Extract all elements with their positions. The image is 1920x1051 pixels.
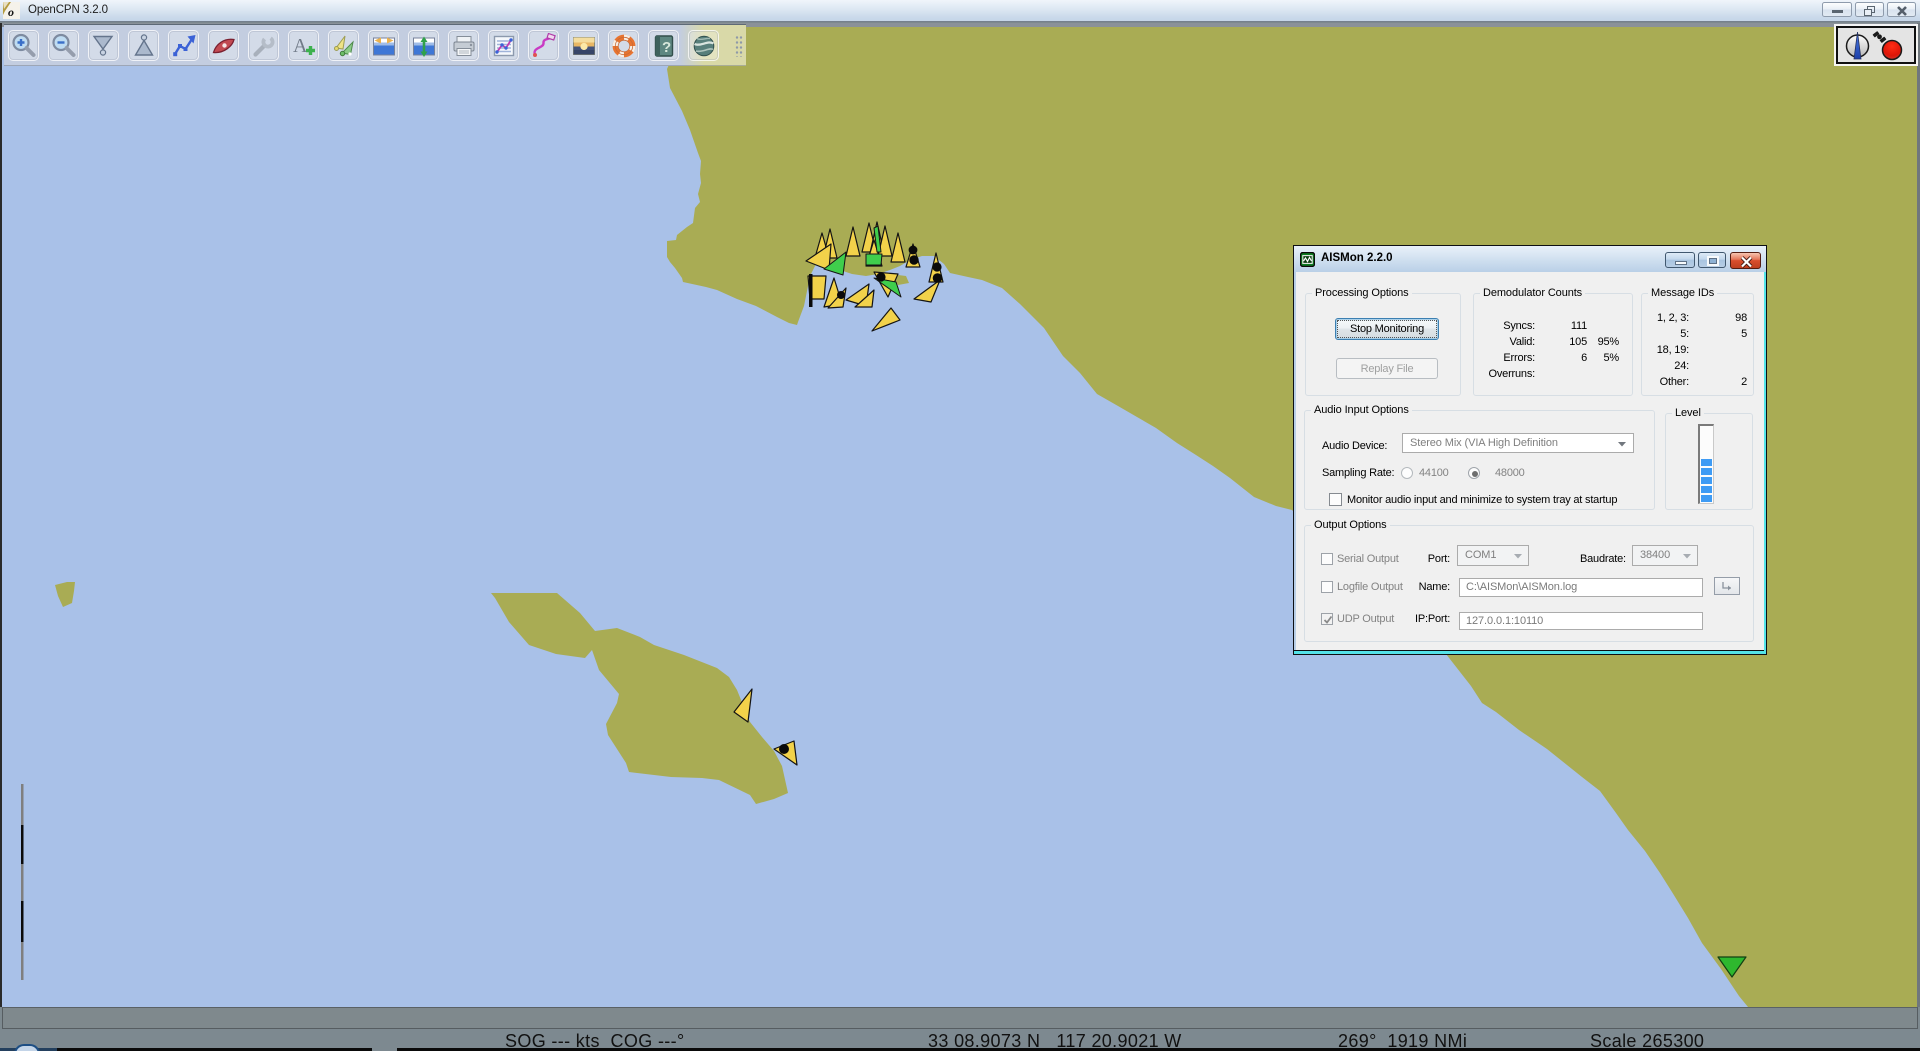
svg-text:A: A [293, 35, 308, 57]
svg-text:o: o [8, 5, 14, 19]
svg-text:?: ? [662, 39, 671, 56]
